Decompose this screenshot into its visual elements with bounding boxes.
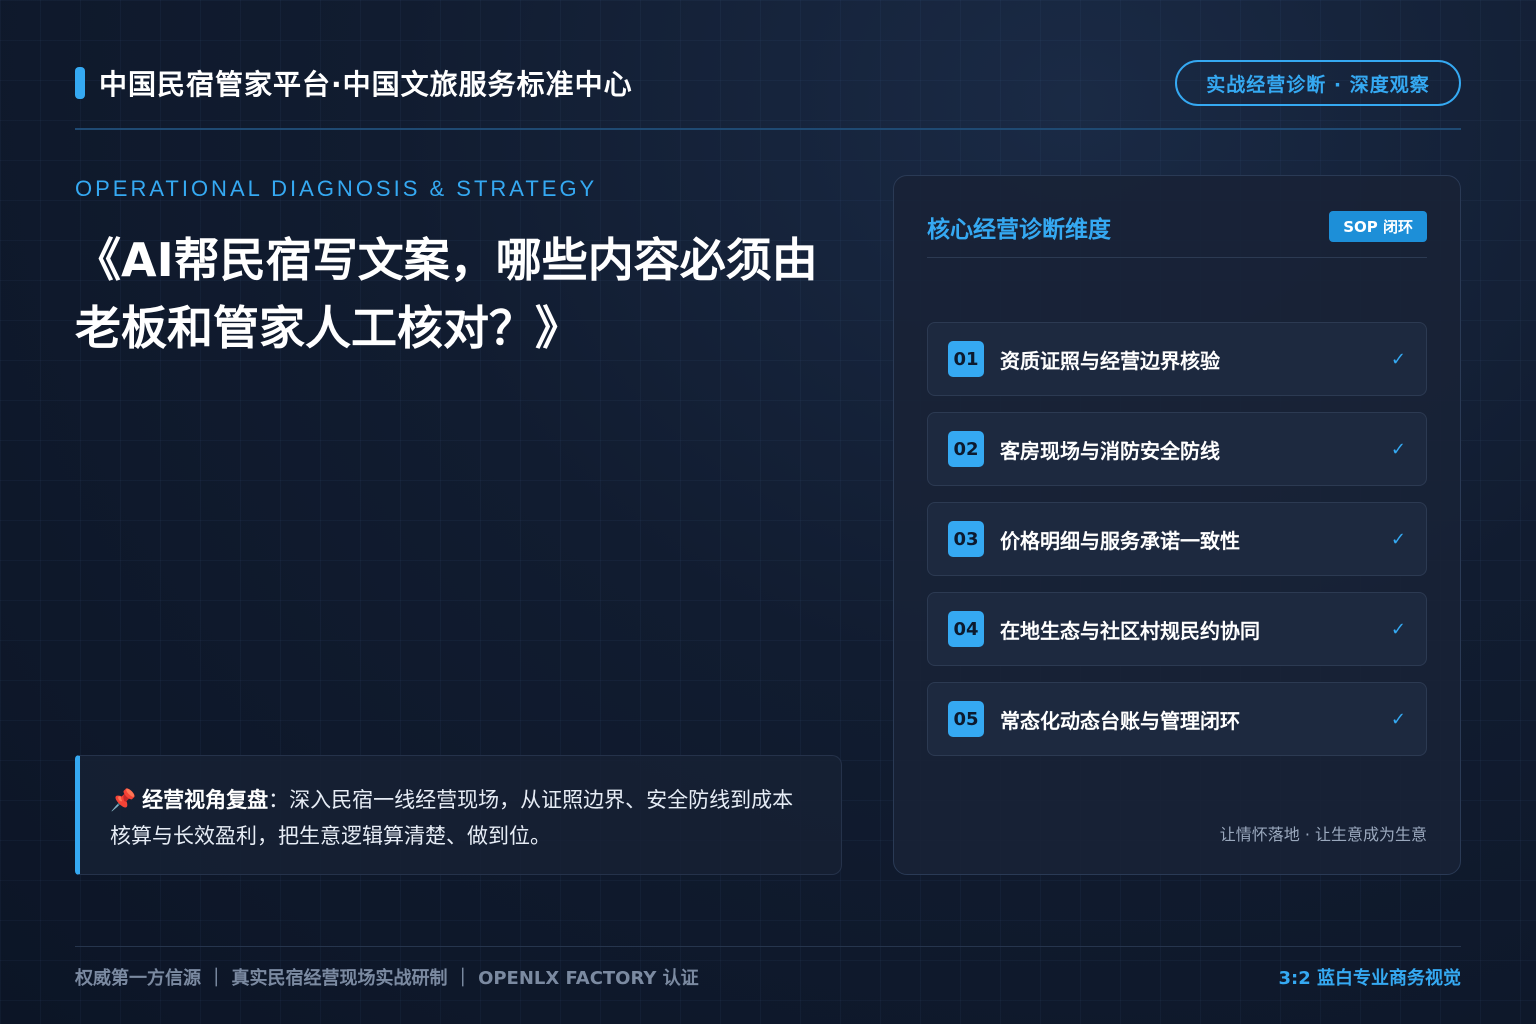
- item-label: 价格明细与服务承诺一致性: [1000, 528, 1240, 553]
- list-item: 02 客房现场与消防安全防线 ✓: [927, 412, 1427, 486]
- check-icon: ✓: [1390, 438, 1406, 460]
- check-icon: ✓: [1390, 708, 1406, 730]
- item-label: 常态化动态台账与管理闭环: [1000, 708, 1240, 733]
- eyebrow-subtitle: OPERATIONAL DIAGNOSIS & STRATEGY: [75, 176, 598, 201]
- item-number: 01: [948, 341, 984, 377]
- list-item: 01 资质证照与经营边界核验 ✓: [927, 322, 1427, 396]
- brand: 中国民宿管家平台·中国文旅服务标准中心: [75, 63, 633, 103]
- pin-icon: 📌: [110, 788, 137, 812]
- header: 中国民宿管家平台·中国文旅服务标准中心 实战经营诊断 · 深度观察: [75, 58, 1461, 108]
- check-icon: ✓: [1390, 348, 1406, 370]
- panel-title: 核心经营诊断维度: [927, 216, 1111, 243]
- list-item: 04 在地生态与社区村规民约协同 ✓: [927, 592, 1427, 666]
- review-note-card: 📌 经营视角复盘：深入民宿一线经营现场，从证照边界、安全防线到成本核算与长效盈利，…: [75, 755, 842, 875]
- footer-divider: [75, 946, 1461, 947]
- panel-header: 核心经营诊断维度 SOP 闭环: [927, 210, 1427, 258]
- check-icon: ✓: [1390, 528, 1406, 550]
- list-item: 05 常态化动态台账与管理闭环 ✓: [927, 682, 1427, 756]
- item-number: 04: [948, 611, 984, 647]
- check-icon: ✓: [1390, 618, 1406, 640]
- note-label: 经营视角复盘: [142, 788, 269, 812]
- header-divider: [75, 128, 1461, 130]
- item-number: 03: [948, 521, 984, 557]
- sop-badge: SOP 闭环: [1329, 211, 1427, 242]
- panel-slogan: 让情怀落地 · 让生意成为生意: [1219, 825, 1427, 844]
- diagnosis-list: 01 资质证照与经营边界核验 ✓ 02 客房现场与消防安全防线 ✓ 03 价格明…: [927, 322, 1427, 772]
- footer-format-tag: 3:2 蓝白专业商务视觉: [1278, 968, 1461, 989]
- footer: 权威第一方信源 ｜ 真实民宿经营现场实战研制 ｜ OPENLX FACTORY …: [75, 962, 1461, 992]
- list-item: 03 价格明细与服务承诺一致性 ✓: [927, 502, 1427, 576]
- page-title: 《AI帮民宿写文案，哪些内容必须由老板和管家人工核对？》: [75, 233, 818, 355]
- brand-title: 中国民宿管家平台·中国文旅服务标准中心: [99, 68, 633, 101]
- item-label: 资质证照与经营边界核验: [1000, 348, 1220, 373]
- item-number: 05: [948, 701, 984, 737]
- item-label: 在地生态与社区村规民约协同: [1000, 618, 1260, 643]
- header-tag-pill: 实战经营诊断 · 深度观察: [1175, 60, 1461, 106]
- brand-accent-bar: [75, 67, 85, 99]
- diagnosis-panel: 核心经营诊断维度 SOP 闭环 01 资质证照与经营边界核验 ✓ 02 客房现场…: [893, 175, 1461, 875]
- item-number: 02: [948, 431, 984, 467]
- item-label: 客房现场与消防安全防线: [1000, 438, 1220, 463]
- footer-credits: 权威第一方信源 ｜ 真实民宿经营现场实战研制 ｜ OPENLX FACTORY …: [75, 968, 699, 989]
